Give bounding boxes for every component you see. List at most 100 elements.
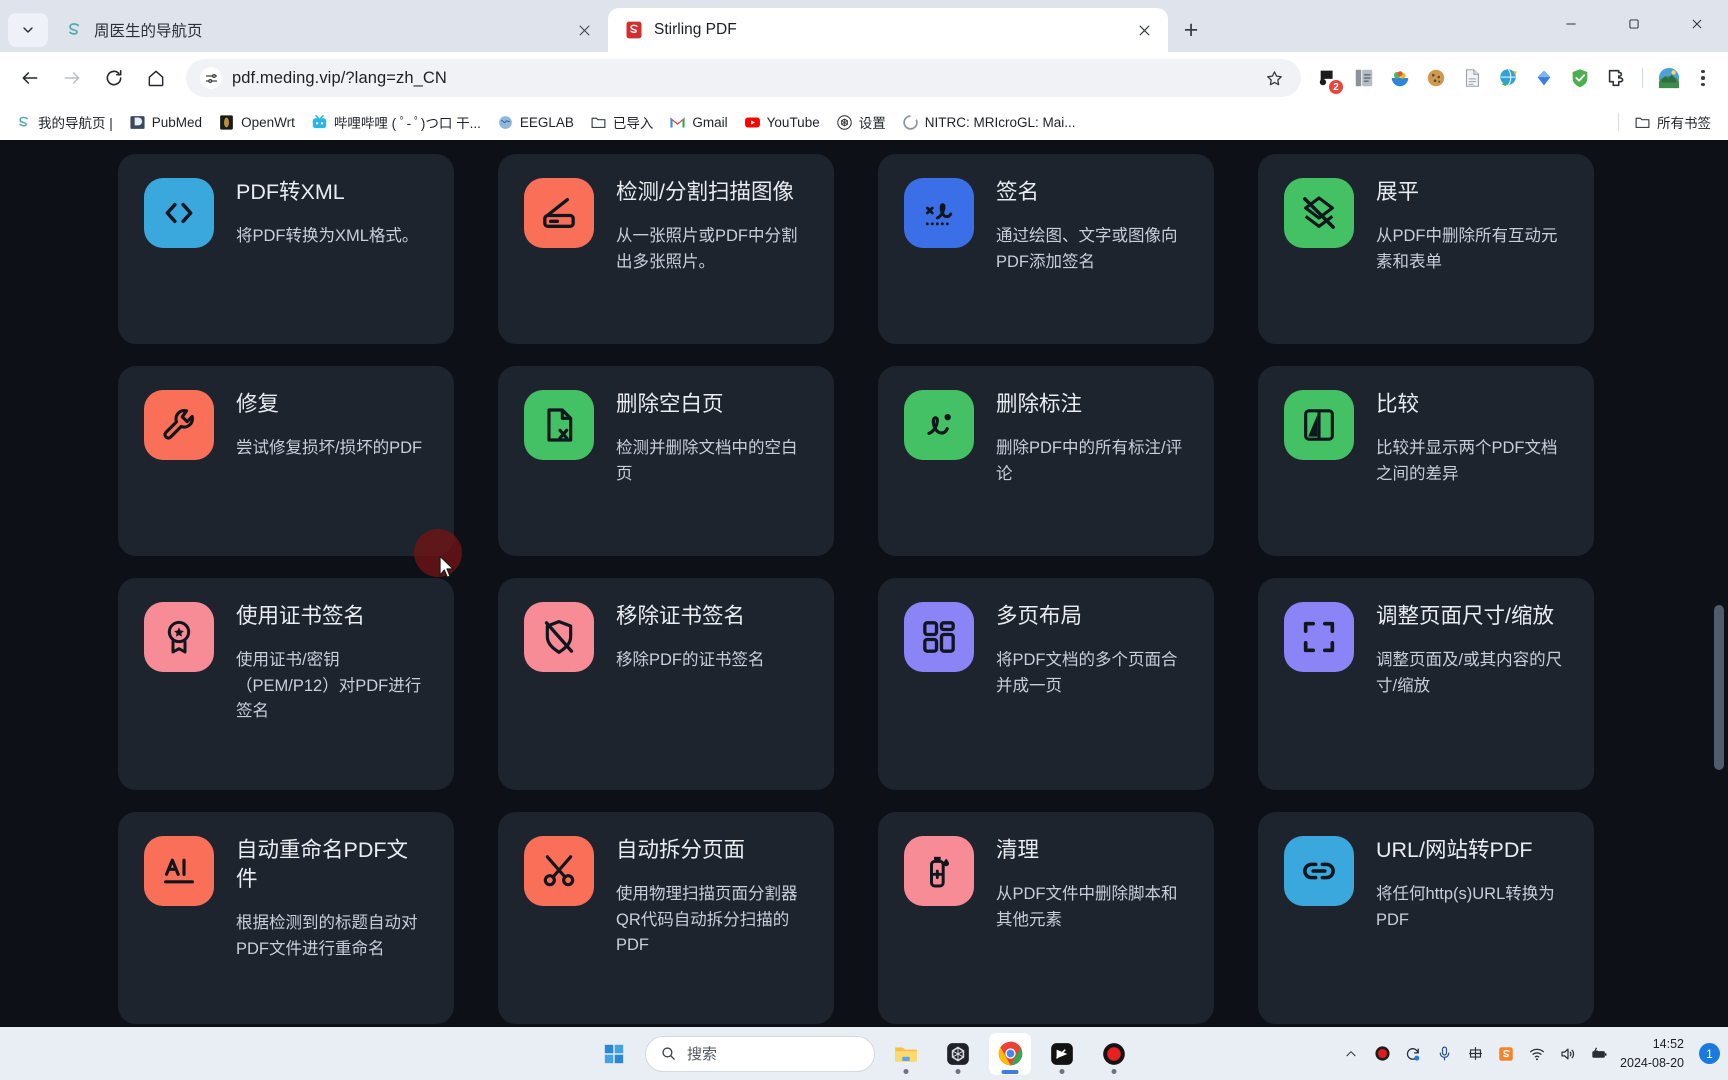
downloads-badge-icon[interactable]: 2: [1311, 61, 1345, 95]
bookmark-item[interactable]: 我的导航页 |: [8, 108, 120, 136]
tab-title: 周医生的导航页: [94, 23, 203, 40]
back-button[interactable]: [10, 58, 50, 98]
taskbar-app-capcut[interactable]: [1041, 1033, 1083, 1075]
windows-taskbar: 搜索 14:52 2024-08-20 1: [0, 1027, 1728, 1080]
auto-rename-icon: [144, 836, 214, 906]
extensions-puzzle-icon[interactable]: [1599, 61, 1633, 95]
bookmark-label: NITRC: MRIcroGL: Mai...: [924, 114, 1076, 130]
ime-chinese-icon[interactable]: [1461, 1039, 1489, 1069]
close-window-button[interactable]: [1665, 0, 1728, 48]
tool-card-remove-blank-pages[interactable]: 删除空白页 检测并删除文档中的空白页: [498, 366, 834, 556]
tab-search-button[interactable]: [8, 13, 48, 47]
tool-card-sanitize[interactable]: 清理 从PDF文件中删除脚本和其他元素: [878, 812, 1214, 1024]
tool-desc: 使用物理扫描页面分割器QR代码自动拆分扫描的PDF: [616, 885, 798, 955]
tune-icon[interactable]: [200, 67, 222, 89]
bookmark-label: 已导入: [612, 116, 654, 131]
tool-card-pdf-to-xml[interactable]: PDF转XML 将PDF转换为XML格式。: [118, 154, 454, 344]
taskbar-search[interactable]: 搜索: [645, 1035, 875, 1072]
navigation-toolbar: pdf.meding.vip/?lang=zh_CN 2: [0, 52, 1728, 104]
battery-icon[interactable]: [1585, 1039, 1613, 1069]
record-red-icon[interactable]: [1368, 1039, 1396, 1069]
bookmark-label: Gmail: [692, 114, 728, 130]
maximize-button[interactable]: [1602, 0, 1665, 48]
taskbar-app-dark[interactable]: [937, 1033, 979, 1075]
notification-badge[interactable]: 1: [1699, 1043, 1720, 1064]
diamond-icon[interactable]: [1527, 61, 1561, 95]
scanner-icon: [524, 178, 594, 248]
forward-button[interactable]: [52, 58, 92, 98]
chrome-menu-button[interactable]: [1688, 61, 1718, 95]
taskbar-app-file-explorer[interactable]: [885, 1033, 927, 1075]
tool-card-repair[interactable]: 修复 尝试修复损坏/损坏的PDF: [118, 366, 454, 556]
idm-icon[interactable]: [1491, 61, 1525, 95]
bookmark-item[interactable]: YouTube: [737, 110, 827, 135]
star-icon: [1266, 70, 1282, 85]
tool-card-url-to-pdf[interactable]: URL/网站转PDF 将任何http(s)URL转换为PDF: [1258, 812, 1594, 1024]
address-bar[interactable]: pdf.meding.vip/?lang=zh_CN: [186, 59, 1301, 97]
bookmark-label: 设置: [858, 116, 886, 131]
tool-desc: 比较并显示两个PDF文档之间的差异: [1376, 439, 1558, 483]
taskbar-app-chrome[interactable]: [989, 1032, 1031, 1075]
tool-desc: 调整页面及/或其内容的尺寸/缩放: [1376, 651, 1563, 695]
windows-start-icon: [604, 1044, 624, 1063]
windows-start-button[interactable]: [593, 1033, 635, 1075]
cookie-icon[interactable]: [1419, 61, 1453, 95]
tool-card-remove-certificate-sign[interactable]: 移除证书签名 移除PDF的证书签名: [498, 578, 834, 790]
copy-pages-icon[interactable]: [1347, 61, 1381, 95]
fruit-bowl-icon[interactable]: [1383, 61, 1417, 95]
microphone-icon[interactable]: [1430, 1039, 1458, 1069]
adguard-shield-icon[interactable]: [1563, 61, 1597, 95]
bookmark-item[interactable]: 设置: [829, 108, 893, 136]
tab-0[interactable]: 周医生的导航页: [48, 8, 608, 52]
taskbar-clock[interactable]: 14:52 2024-08-20: [1616, 1035, 1692, 1071]
sogou-icon[interactable]: [1492, 1039, 1520, 1069]
wifi-icon[interactable]: [1523, 1039, 1551, 1069]
bookmark-item[interactable]: NITRC: MRIcroGL: Mai...: [895, 110, 1083, 135]
tool-desc: 移除PDF的证书签名: [616, 651, 765, 670]
page-content: PDF转XML 将PDF转换为XML格式。 检测/分割扫描图像 从一张照片或PD…: [0, 140, 1728, 1027]
flatten-icon: [1284, 178, 1354, 248]
tool-card-adjust-page-size-scale[interactable]: 调整页面尺寸/缩放 调整页面及/或其内容的尺寸/缩放: [1258, 578, 1594, 790]
bookmark-star-button[interactable]: [1261, 65, 1287, 91]
tool-card-sign[interactable]: 签名 通过绘图、文字或图像向PDF添加签名: [878, 154, 1214, 344]
bookmarks-bar: 我的导航页 | PubMed OpenWrt 哔哩哔哩 ( ﾟ- ﾟ)つ口 干.…: [0, 104, 1728, 140]
bookmark-folder[interactable]: 已导入: [583, 108, 661, 136]
avatar[interactable]: [1652, 61, 1686, 95]
sync-icon[interactable]: [1399, 1039, 1427, 1069]
tool-card-sign-with-certificate[interactable]: 使用证书签名 使用证书/密钥（PEM/P12）对PDF进行签名: [118, 578, 454, 790]
tool-card-remove-annotations[interactable]: 删除标注 删除PDF中的所有标注/评论: [878, 366, 1214, 556]
bookmark-item[interactable]: 哔哩哔哩 ( ﾟ- ﾟ)つ口 干...: [304, 108, 488, 136]
chevron-up-icon[interactable]: [1337, 1039, 1365, 1069]
new-tab-button[interactable]: +: [1174, 13, 1208, 47]
tab-1[interactable]: Stirling PDF: [608, 8, 1168, 52]
file-x-icon: [524, 390, 594, 460]
vertical-scrollbar[interactable]: [1712, 140, 1726, 1027]
toolbar-divider: [1642, 68, 1643, 88]
bookmark-item[interactable]: Gmail: [662, 110, 734, 135]
tool-desc: 从PDF文件中删除脚本和其他元素: [996, 885, 1178, 929]
file-explorer-icon: [895, 1047, 917, 1062]
document-icon[interactable]: [1455, 61, 1489, 95]
taskbar-app-record[interactable]: [1093, 1033, 1135, 1075]
tab-close-button[interactable]: [572, 18, 596, 42]
scrollbar-thumb[interactable]: [1714, 605, 1724, 770]
bookmark-item[interactable]: PubMed: [122, 110, 209, 135]
tool-card-split-scanned-images[interactable]: 检测/分割扫描图像 从一张照片或PDF中分割出多张照片。: [498, 154, 834, 344]
home-button[interactable]: [136, 58, 176, 98]
reload-button[interactable]: [94, 58, 134, 98]
all-bookmarks-button[interactable]: 所有书签: [1627, 108, 1718, 136]
tool-card-multi-page-layout[interactable]: 多页布局 将PDF文档的多个页面合并成一页: [878, 578, 1214, 790]
tool-card-flatten[interactable]: 展平 从PDF中删除所有互动元素和表单: [1258, 154, 1594, 344]
volume-icon[interactable]: [1554, 1039, 1582, 1069]
all-bookmarks-label: 所有书签: [1657, 116, 1711, 131]
close-icon: [1692, 19, 1701, 29]
tool-card-compare[interactable]: 比较 比较并显示两个PDF文档之间的差异: [1258, 366, 1594, 556]
tool-card-auto-split-pages[interactable]: 自动拆分页面 使用物理扫描页面分割器QR代码自动拆分扫描的PDF: [498, 812, 834, 1024]
bookmark-item[interactable]: EEGLAB: [490, 110, 581, 135]
tool-card-auto-rename[interactable]: 自动重命名PDF文件 根据检测到的标题自动对PDF文件进行重命名: [118, 812, 454, 1024]
minimize-button[interactable]: [1539, 0, 1602, 48]
tool-title: 自动重命名PDF文件: [236, 838, 409, 892]
compare-icon: [1284, 390, 1354, 460]
tab-close-button[interactable]: [1132, 18, 1156, 42]
bookmark-item[interactable]: OpenWrt: [211, 110, 302, 135]
